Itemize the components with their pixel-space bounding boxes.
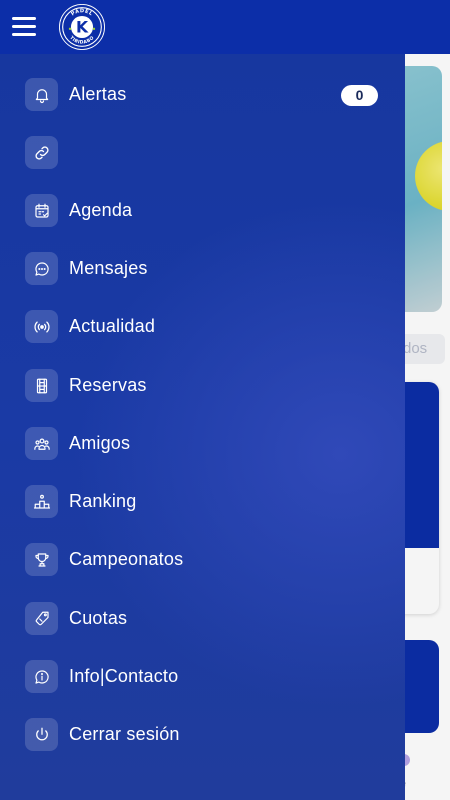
hamburger-line xyxy=(12,33,36,36)
menu-item-label: Ranking xyxy=(69,491,137,511)
calendar-icon xyxy=(25,194,58,227)
info-bubble-icon xyxy=(25,660,58,693)
alert-count-badge: 0 xyxy=(341,85,378,106)
power-icon xyxy=(25,718,58,751)
menu-item-label: Cuotas xyxy=(69,608,128,628)
menu-item-reservas[interactable]: Reservas xyxy=(0,360,405,414)
chat-bubble-icon xyxy=(25,252,58,285)
trophy-icon xyxy=(25,543,58,576)
app-header: PADEL TIBIDABO K xyxy=(0,0,450,54)
club-logo[interactable]: PADEL TIBIDABO K xyxy=(57,2,107,52)
menu-item-info-contacto[interactable]: Info|Contacto xyxy=(0,651,405,705)
menu-item-campeonatos[interactable]: Campeonatos xyxy=(0,534,405,588)
menu-item-label: Alertas xyxy=(69,84,127,104)
menu-item-label: Campeonatos xyxy=(69,549,184,569)
podium-icon xyxy=(25,485,58,518)
menu-item-label: Cerrar sesión xyxy=(69,724,180,744)
hamburger-line xyxy=(12,25,36,28)
menu-item-cuotas[interactable]: Cuotas xyxy=(0,593,405,647)
menu-item-alertas[interactable]: Alertas 0 xyxy=(0,69,405,123)
menu-item-link[interactable] xyxy=(0,127,405,181)
link-icon xyxy=(25,136,58,169)
logo-letter: K xyxy=(76,18,89,37)
menu-item-label: Mensajes xyxy=(69,258,148,278)
menu-toggle-button[interactable] xyxy=(12,17,36,37)
logo-emblem: PADEL TIBIDABO K xyxy=(59,4,105,50)
menu-item-amigos[interactable]: Amigos xyxy=(0,418,405,472)
menu-item-logout[interactable]: Cerrar sesión xyxy=(0,709,405,763)
broadcast-icon xyxy=(25,310,58,343)
menu-item-label: Reservas xyxy=(69,375,147,395)
bell-icon xyxy=(25,78,58,111)
side-drawer: Alertas 0 Agenda Mensajes Actualidad Res… xyxy=(0,54,405,800)
group-icon xyxy=(25,427,58,460)
drawer-scrim[interactable] xyxy=(405,54,450,800)
menu-item-ranking[interactable]: Ranking xyxy=(0,476,405,530)
menu-item-label: Actualidad xyxy=(69,316,156,336)
menu-item-label: Agenda xyxy=(69,200,133,220)
menu-item-mensajes[interactable]: Mensajes xyxy=(0,243,405,297)
ticket-icon xyxy=(25,602,58,635)
hamburger-line xyxy=(12,17,36,20)
court-icon xyxy=(25,369,58,402)
menu-item-label: Amigos xyxy=(69,433,131,453)
menu-item-label: Info|Contacto xyxy=(69,666,179,686)
menu-item-agenda[interactable]: Agenda xyxy=(0,185,405,239)
menu-item-actualidad[interactable]: Actualidad xyxy=(0,301,405,355)
